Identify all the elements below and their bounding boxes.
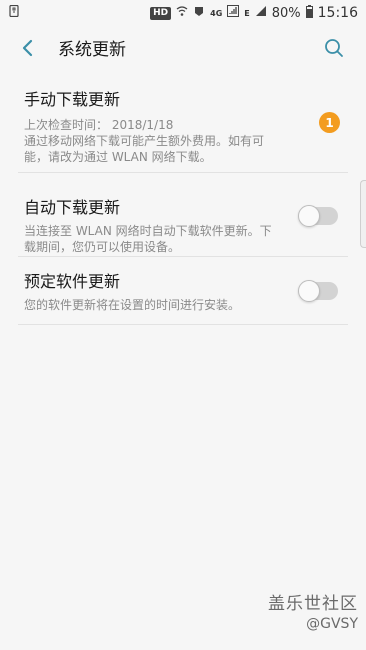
item-subtitle: 载期间，您仍可以使用设备。 [24,240,181,254]
toggle-knob [298,280,320,302]
watermark: 盖乐世社区 @GVSY [268,589,358,632]
app-bar: 系统更新 [0,26,366,74]
auto-download-item[interactable]: 自动下载更新 当连接至 WLAN 网络时自动下载软件更新。下 载期间，您仍可以使… [18,173,348,257]
auto-download-toggle[interactable] [298,205,338,227]
scheduled-update-item[interactable]: 预定软件更新 您的软件更新将在设置的时间进行安装。 [18,257,348,325]
hd-badge: HD [150,6,172,20]
sim-icon [8,5,20,21]
battery-percent: 80% [271,5,301,21]
arrow-back-icon [21,39,35,61]
item-subtitle: 能，请改为通过 WLAN 网络下载。 [24,150,212,164]
item-last-check: 上次检查时间： 2018/1/18 [24,118,174,132]
watermark-community: 盖乐世社区 [268,594,358,614]
signal-icon-sim1 [227,5,240,21]
item-subtitle: 通过移动网络下载可能产生额外费用。如有可 [24,134,265,148]
item-title: 手动下载更新 [24,90,121,109]
battery-icon [305,4,313,22]
shield-icon [193,5,205,21]
network-4g-label: 4G [210,8,223,18]
network-e-label: E [244,8,250,18]
settings-list: 手动下载更新 上次检查时间： 2018/1/18 通过移动网络下载可能产生额外费… [0,82,366,325]
back-button[interactable] [16,38,40,62]
clock: 15:16 [317,5,358,21]
watermark-handle: @GVSY [306,616,358,632]
item-subtitle: 您的软件更新将在设置的时间进行安装。 [24,298,241,312]
scheduled-update-toggle[interactable] [298,280,338,302]
manual-download-item[interactable]: 手动下载更新 上次检查时间： 2018/1/18 通过移动网络下载可能产生额外费… [18,82,348,173]
search-button[interactable] [322,38,346,62]
item-subtitle: 当连接至 WLAN 网络时自动下载软件更新。下 [24,224,272,238]
item-title: 自动下载更新 [24,198,121,217]
signal-icon-sim2 [255,5,267,21]
edge-panel-handle[interactable] [360,180,366,248]
status-bar: HD 4G E 80% 15:16 [0,0,366,26]
item-title: 预定软件更新 [24,272,121,291]
wifi-icon [176,5,188,21]
search-icon [324,38,344,62]
update-count-badge: 1 [319,112,340,133]
page-title: 系统更新 [58,40,126,60]
toggle-knob [298,205,320,227]
